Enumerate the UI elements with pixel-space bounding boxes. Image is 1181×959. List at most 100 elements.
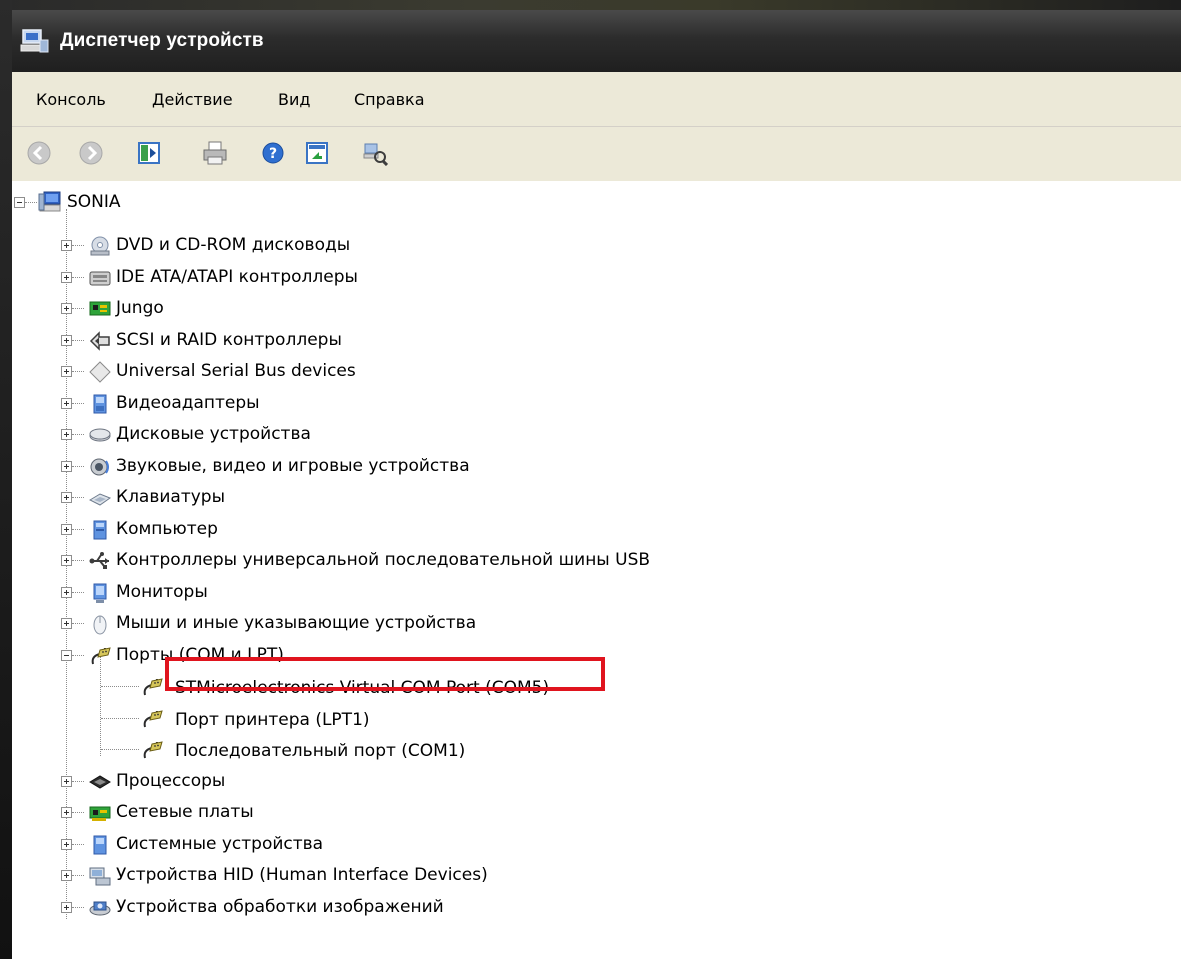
tree-connector [72, 812, 84, 813]
highlight-box [165, 657, 605, 691]
help-icon[interactable]: ? [260, 140, 286, 166]
expand-button[interactable] [61, 649, 72, 661]
menu-bar: Консоль Действие Вид Справка [12, 72, 1181, 127]
tree-connector [72, 528, 84, 530]
tree-category-label[interactable]: Устройства обработки изображений [116, 896, 444, 918]
expand-button[interactable] [61, 334, 72, 346]
tree-connector [72, 465, 84, 467]
tree-connector [72, 906, 84, 908]
desktop-frame-top [0, 0, 1181, 10]
device-manager-window: Диспетчер устройств Консоль Действие Вид… [12, 10, 1181, 959]
tree-connector [72, 654, 84, 656]
expand-button[interactable] [61, 775, 72, 787]
tree-connector [72, 591, 84, 593]
tree-connector [72, 371, 84, 372]
computer-root-icon [38, 191, 61, 212]
keyboard-icon [88, 493, 112, 506]
tree-category-label[interactable]: Компьютер [116, 518, 218, 540]
tree-root-label[interactable]: SONIA [67, 191, 121, 213]
scan-hardware-icon[interactable] [362, 140, 388, 166]
tree-connector [72, 623, 84, 624]
expand-button[interactable] [61, 460, 72, 472]
expand-button[interactable] [61, 429, 72, 440]
tree-category-label[interactable]: Мониторы [116, 581, 208, 603]
tree-category-label[interactable]: Контроллеры универсальной последовательн… [116, 549, 650, 571]
expand-button[interactable] [61, 870, 72, 881]
sound-icon [90, 458, 109, 475]
tree-connector [72, 402, 84, 404]
port-icon [143, 709, 163, 727]
expand-button[interactable] [61, 397, 72, 409]
tree-category-label[interactable]: DVD и CD-ROM дисководы [116, 234, 350, 256]
tree-device-label[interactable]: Порт принтера (LPT1) [175, 709, 370, 731]
tree-category-label[interactable]: Клавиатуры [116, 486, 225, 508]
expand-button[interactable] [61, 838, 72, 850]
toolbar: ? [12, 127, 1181, 182]
tree-category-label[interactable]: Системные устройства [116, 833, 323, 855]
expand-button[interactable] [61, 807, 72, 818]
menu-console[interactable]: Консоль [36, 90, 106, 109]
tree-category-label[interactable]: Jungo [116, 297, 164, 319]
window-title: Диспетчер устройств [60, 30, 264, 51]
tree-connector [72, 276, 84, 278]
tree-connector [72, 434, 84, 435]
tree-connector [72, 308, 84, 309]
tree-connector [72, 875, 84, 876]
expand-button[interactable] [61, 240, 72, 251]
properties-icon[interactable] [304, 140, 330, 166]
expand-button[interactable] [61, 366, 72, 377]
port-icon [143, 741, 163, 759]
imaging-icon [89, 901, 111, 915]
expand-button[interactable] [61, 618, 72, 629]
svg-text:?: ? [269, 146, 277, 162]
menu-view[interactable]: Вид [278, 90, 310, 109]
console-tree-icon[interactable] [136, 140, 162, 166]
desktop-frame-left [0, 0, 12, 959]
display-adapter-icon [93, 394, 107, 413]
scsi-icon [89, 330, 110, 351]
tree-category-label[interactable]: Мыши и иные указывающие устройства [116, 612, 476, 634]
tree-device-label[interactable]: Последовательный порт (COM1) [175, 740, 465, 762]
tree-category-label[interactable]: Процессоры [116, 770, 225, 792]
title-bar[interactable]: Диспетчер устройств [12, 10, 1181, 72]
computer-icon [93, 520, 107, 539]
board-icon [89, 301, 111, 316]
dvd-drive-icon [90, 236, 110, 256]
tree-category-label[interactable]: Устройства HID (Human Interface Devices) [116, 864, 488, 886]
menu-help[interactable]: Справка [354, 90, 425, 109]
expand-button[interactable] [61, 523, 72, 535]
tree-connector [72, 339, 84, 341]
tree-connector [72, 497, 84, 498]
port-icon [143, 678, 163, 696]
processor-icon [89, 774, 111, 789]
expand-button[interactable] [61, 555, 72, 566]
tree-category-label[interactable]: Сетевые платы [116, 801, 254, 823]
tree-connector [25, 202, 37, 203]
disk-drive-icon [89, 428, 111, 442]
expand-button[interactable] [61, 586, 72, 598]
expand-button[interactable] [61, 303, 72, 314]
tree-category-label[interactable]: SCSI и RAID контроллеры [116, 329, 342, 351]
tree-category-label[interactable]: Видеоадаптеры [116, 392, 260, 414]
tree-category-label[interactable]: Дисковые устройства [116, 423, 311, 445]
hid-icon [89, 867, 111, 886]
device-manager-app-icon [20, 29, 49, 53]
tree-category-label[interactable]: Universal Serial Bus devices [116, 360, 356, 382]
tree-category-label[interactable]: Звуковые, видео и игровые устройства [116, 455, 470, 477]
expand-button[interactable] [61, 271, 72, 283]
port-icon [91, 646, 111, 664]
back-icon[interactable] [26, 140, 52, 166]
tree-connector [72, 843, 84, 845]
tree-category-label[interactable]: IDE ATA/ATAPI контроллеры [116, 266, 358, 288]
expand-button[interactable] [61, 901, 72, 913]
menu-action[interactable]: Действие [152, 90, 233, 109]
tree-connector [101, 717, 139, 719]
device-tree: SONIA DVD и CD-ROM дисководы IDE ATA/ATA… [12, 181, 1181, 959]
forward-icon[interactable] [78, 140, 104, 166]
mouse-icon [93, 615, 107, 635]
expand-button[interactable] [61, 492, 72, 503]
tree-connector [101, 749, 139, 750]
collapse-root-button[interactable] [14, 197, 25, 208]
print-icon[interactable] [202, 140, 228, 166]
tree-connector [72, 780, 84, 782]
